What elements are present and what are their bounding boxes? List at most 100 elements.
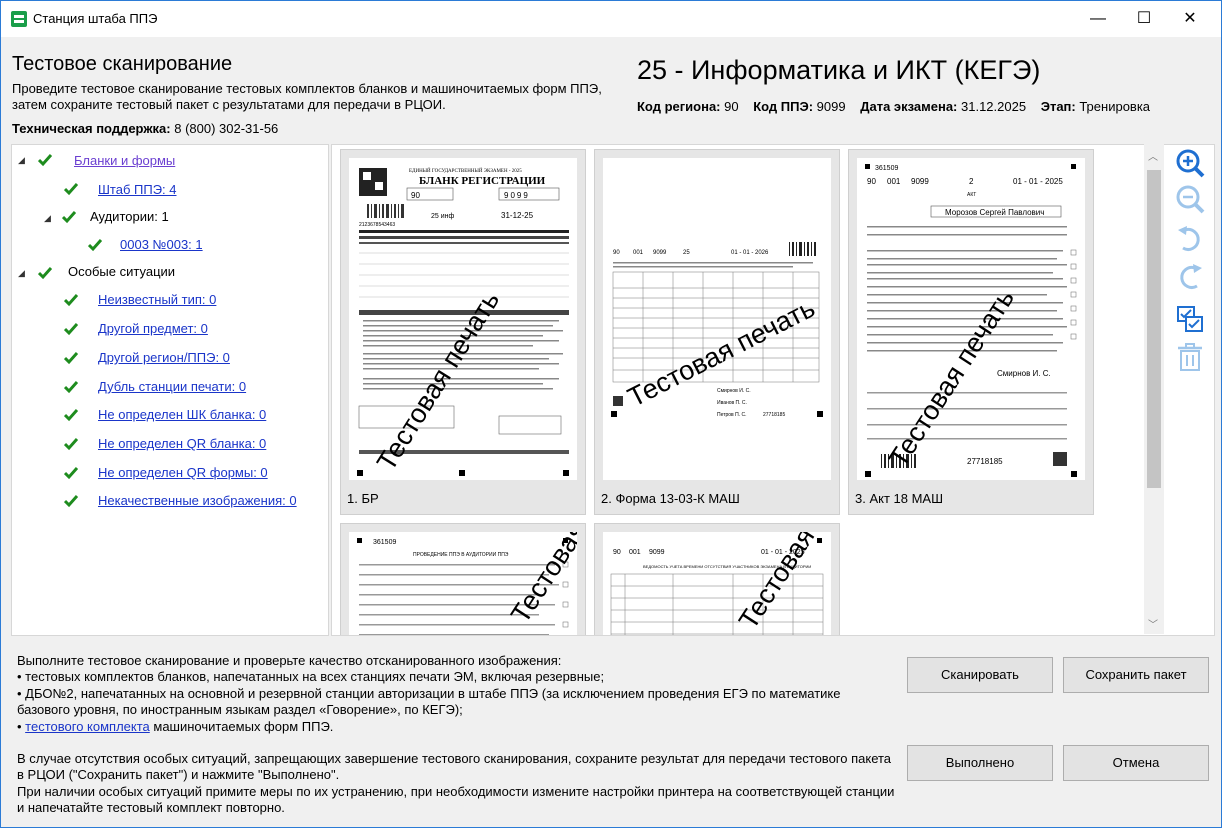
br-subject-text: 25 инф bbox=[431, 213, 455, 220]
br-title-text: БЛАНК РЕГИСТРАЦИИ bbox=[419, 175, 546, 187]
check-icon bbox=[64, 467, 78, 480]
tree-item-unknown-type[interactable]: Неизвестный тип: 0 bbox=[98, 292, 216, 307]
instruction-paragraph: При наличии особых ситуаций примите меры… bbox=[17, 783, 895, 816]
akt-ppe: 9099 bbox=[911, 177, 929, 186]
akt-barcode: 27718185 bbox=[967, 457, 1003, 466]
akt-region: 90 bbox=[867, 177, 876, 186]
zoom-out-icon[interactable] bbox=[1175, 184, 1205, 214]
p5-region: 90 bbox=[613, 549, 621, 556]
tree-item-hq[interactable]: Штаб ППЭ: 4 bbox=[98, 182, 177, 197]
f13-person3: Петров П. С. bbox=[717, 412, 746, 418]
br-date-text: 31-12-25 bbox=[501, 211, 534, 220]
exam-subject: 25 - Информатика и ИКТ (КЕГЭ) bbox=[637, 55, 1041, 85]
thumbnail-page-5[interactable]: 90 001 9099 01 - 01 - 2025 ВЕДОМОСТЬ УЧЕ… bbox=[594, 523, 840, 635]
akt-code: 001 bbox=[887, 177, 901, 186]
minimize-button[interactable]: — bbox=[1075, 1, 1121, 37]
scroll-down-icon[interactable]: ﹀ bbox=[1148, 616, 1158, 631]
tree-item-auditorium-0003[interactable]: 0003 №003: 1 bbox=[120, 237, 203, 252]
check-icon bbox=[38, 267, 52, 280]
scrollbar-thumb[interactable] bbox=[1147, 170, 1161, 488]
instruction-bullet: • тестовых комплектов бланков, напечатан… bbox=[17, 669, 605, 685]
zoom-in-icon[interactable] bbox=[1175, 148, 1205, 178]
br-header-text: ЕДИНЫЙ ГОСУДАРСТВЕННЫЙ ЭКЗАМЕН - 2025 bbox=[409, 168, 522, 174]
tree-item-duplicate-station[interactable]: Дубль станции печати: 0 bbox=[98, 379, 246, 394]
tree-item-no-qr-blank[interactable]: Не определен QR бланка: 0 bbox=[98, 436, 266, 451]
collapse-icon[interactable]: ◢ bbox=[18, 155, 25, 166]
tree-item-no-barcode[interactable]: Не определен ШК бланка: 0 bbox=[98, 407, 266, 422]
br-barcode-text: 2123678543463 bbox=[359, 222, 395, 228]
collapse-icon[interactable]: ◢ bbox=[44, 213, 51, 224]
done-button[interactable]: Выполнено bbox=[907, 745, 1053, 781]
f13-date: 01 - 01 - 2026 bbox=[731, 250, 769, 256]
thumbnail-label: 2. Форма 13-03-К МАШ bbox=[601, 491, 740, 506]
header: Тестовое сканирование Проведите тестовое… bbox=[1, 37, 1221, 141]
check-icon bbox=[64, 183, 78, 196]
tree-item-poor-images[interactable]: Некачественные изображения: 0 bbox=[98, 493, 297, 508]
akt-sign: Смирнов И. С. bbox=[997, 369, 1051, 378]
test-kit-link[interactable]: тестового комплекта bbox=[25, 719, 150, 734]
akt-title: АКТ bbox=[967, 192, 976, 198]
tree-item-other-subject[interactable]: Другой предмет: 0 bbox=[98, 321, 208, 336]
tree-item-forms[interactable]: Бланки и формы bbox=[74, 153, 175, 168]
check-icon bbox=[64, 381, 78, 394]
instruction-bullet: • тестового комплекта машиночитаемых фор… bbox=[17, 719, 897, 735]
instruction-paragraph: В случае отсутствия особых ситуаций, зап… bbox=[17, 751, 892, 783]
f13-region: 90 bbox=[613, 250, 620, 256]
page-description: Проведите тестовое сканирование тестовых… bbox=[12, 81, 602, 112]
scroll-up-icon[interactable]: ︿ bbox=[1148, 148, 1158, 163]
p4-number: 361509 bbox=[373, 539, 396, 546]
collapse-icon[interactable]: ◢ bbox=[18, 268, 25, 279]
select-all-icon[interactable] bbox=[1175, 304, 1205, 334]
tree-item-auditoriums[interactable]: Аудитории: 1 bbox=[90, 209, 169, 224]
stage-value: Тренировка bbox=[1075, 99, 1151, 114]
scan-preview: 90 001 9099 25 01 - 01 - 2026 Смирнов И.… bbox=[603, 158, 831, 480]
close-button[interactable]: ✕ bbox=[1167, 1, 1213, 37]
instructions-text: Выполните тестовое сканирование и провер… bbox=[17, 653, 897, 817]
check-icon bbox=[38, 154, 52, 167]
rotate-left-icon[interactable] bbox=[1175, 224, 1205, 254]
gallery-scrollbar[interactable]: ︿ ﹀ bbox=[1144, 144, 1164, 634]
date-value: 31.12.2025 bbox=[957, 99, 1027, 114]
instructions-panel: Выполните тестовое сканирование и провер… bbox=[1, 643, 1221, 828]
bullet-suffix: машиночитаемых форм ППЭ. bbox=[149, 718, 334, 734]
instruction-line: Выполните тестовое сканирование и провер… bbox=[17, 653, 562, 668]
support-label: Техническая поддержка: bbox=[12, 121, 171, 136]
f13-person1: Смирнов И. С. bbox=[717, 388, 751, 394]
f13-subject: 25 bbox=[683, 250, 690, 256]
akt-num: 2 bbox=[969, 177, 974, 186]
ppe-value: 9099 bbox=[813, 99, 846, 114]
check-icon bbox=[64, 409, 78, 422]
thumbnail-page-4[interactable]: 361509 ПРОВЕДЕНИЕ ППЭ В АУДИТОРИИ ППЭ Те… bbox=[340, 523, 586, 635]
scan-preview: 361509 ПРОВЕДЕНИЕ ППЭ В АУДИТОРИИ ППЭ Те… bbox=[349, 532, 577, 635]
thumbnail-form-13-03[interactable]: 90 001 9099 25 01 - 01 - 2026 Смирнов И.… bbox=[594, 149, 840, 515]
check-icon bbox=[88, 239, 102, 252]
thumbnail-label: 1. БР bbox=[347, 491, 379, 506]
akt-name: Морозов Сергей Павлович bbox=[945, 208, 1044, 217]
thumbnail-registration-blank[interactable]: ЕДИНЫЙ ГОСУДАРСТВЕННЫЙ ЭКЗАМЕН - 2025 БЛ… bbox=[340, 149, 586, 515]
tree-item-other-region[interactable]: Другой регион/ППЭ: 0 bbox=[98, 350, 230, 365]
scan-button[interactable]: Сканировать bbox=[907, 657, 1053, 693]
region-value: 90 bbox=[720, 99, 739, 114]
check-icon bbox=[64, 352, 78, 365]
delete-icon[interactable] bbox=[1175, 342, 1205, 372]
check-icon bbox=[64, 323, 78, 336]
rotate-right-icon[interactable] bbox=[1175, 262, 1205, 292]
f13-person2: Иванов П. С. bbox=[717, 400, 747, 406]
thumbnail-act-18[interactable]: 361509 90 001 9099 2 01 - 01 - 2025 АКТ … bbox=[848, 149, 1094, 515]
cancel-button[interactable]: Отмена bbox=[1063, 745, 1209, 781]
tree-item-no-qr-form[interactable]: Не определен QR формы: 0 bbox=[98, 465, 268, 480]
scan-gallery: ЕДИНЫЙ ГОСУДАРСТВЕННЫЙ ЭКЗАМЕН - 2025 БЛ… bbox=[331, 144, 1215, 636]
stage-label: Этап: bbox=[1040, 99, 1076, 114]
save-package-button[interactable]: Сохранить пакет bbox=[1063, 657, 1209, 693]
check-icon bbox=[62, 211, 76, 224]
app-window: Станция штаба ППЭ — ☐ ✕ Тестовое сканиро… bbox=[0, 0, 1222, 828]
ppe-label: Код ППЭ: bbox=[753, 99, 814, 114]
tree-item-special[interactable]: Особые ситуации bbox=[68, 264, 175, 279]
check-icon bbox=[64, 438, 78, 451]
scan-preview: 90 001 9099 01 - 01 - 2025 ВЕДОМОСТЬ УЧЕ… bbox=[603, 532, 831, 635]
support-info: Техническая поддержка: 8 (800) 302-31-56 bbox=[12, 121, 278, 136]
akt-number: 361509 bbox=[875, 165, 898, 172]
window-title: Станция штаба ППЭ bbox=[33, 11, 158, 26]
maximize-button[interactable]: ☐ bbox=[1121, 1, 1167, 37]
exam-meta: Код региона: 90 Код ППЭ: 9099 Дата экзам… bbox=[637, 99, 1150, 114]
